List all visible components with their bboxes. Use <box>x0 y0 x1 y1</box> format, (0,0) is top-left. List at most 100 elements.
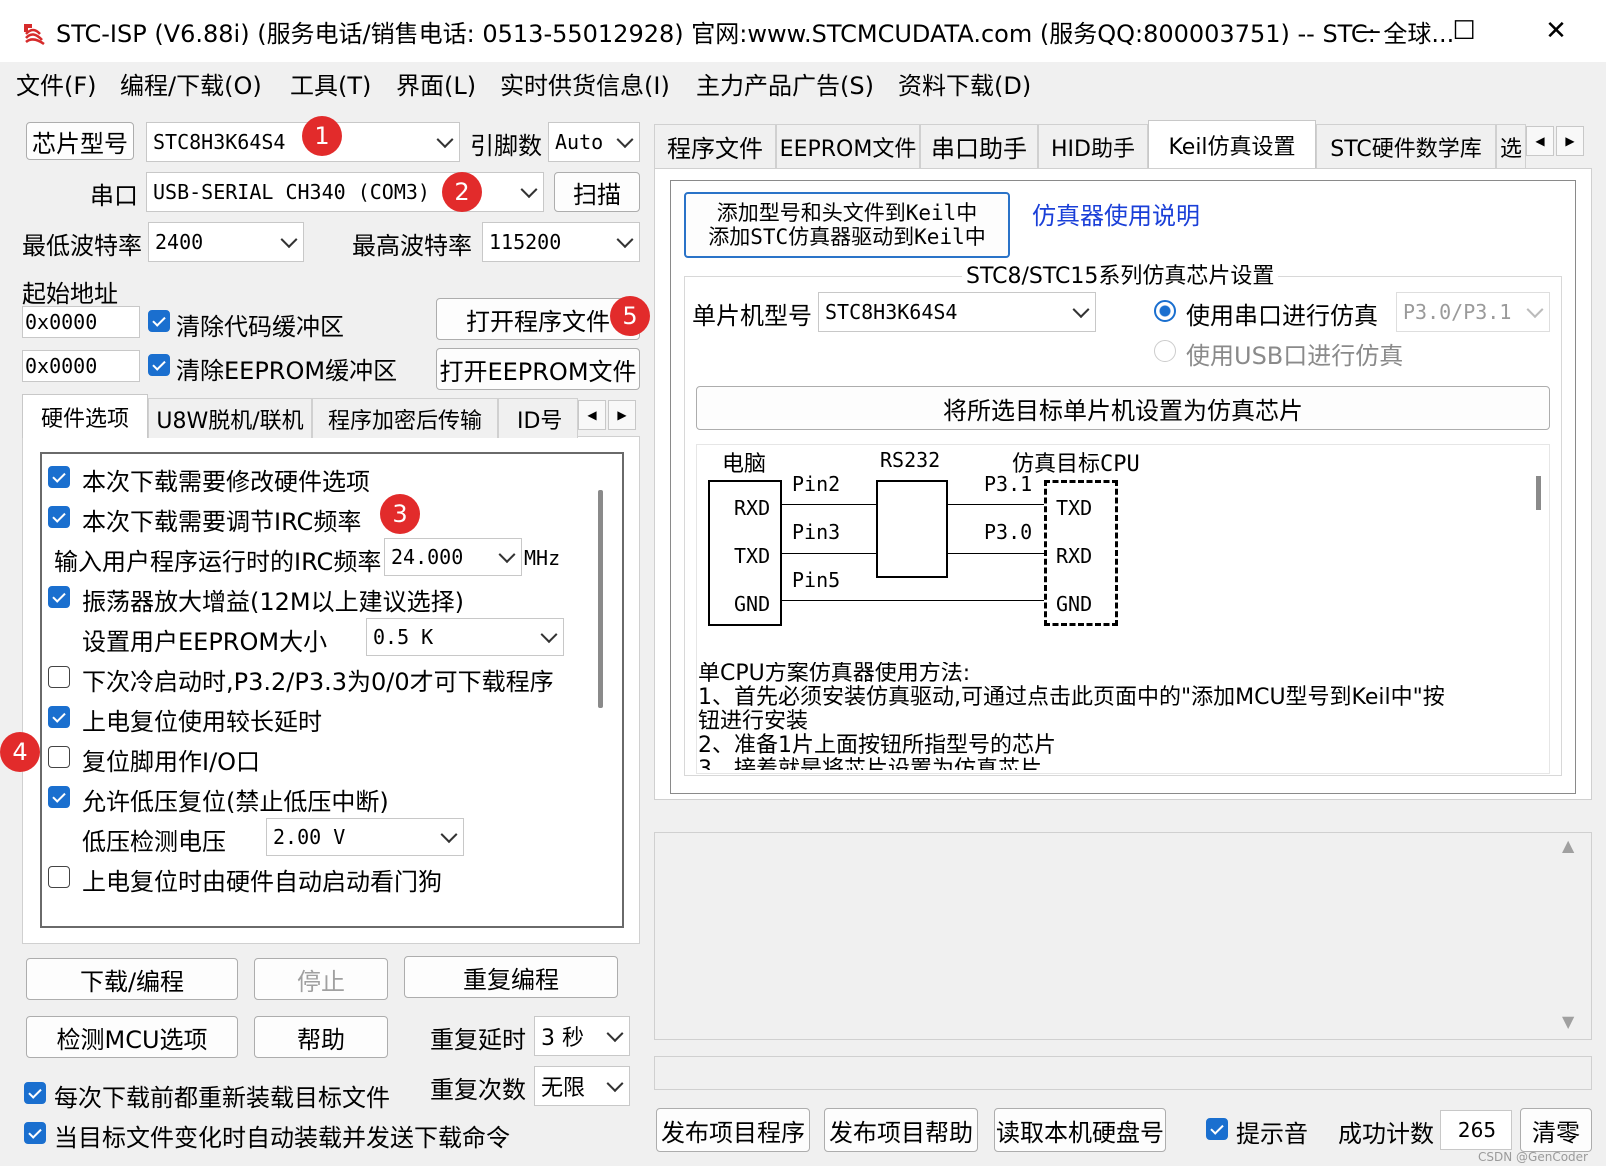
step-badge-1: 1 <box>302 116 342 156</box>
detect-mcu-button[interactable]: 检测MCU选项 <box>26 1016 238 1058</box>
menu-downloads[interactable]: 资料下载(D) <box>898 66 1031 101</box>
irc-freq-select[interactable]: 24.000 <box>384 538 522 576</box>
tab-stc-math-lib[interactable]: STC硬件数学库 <box>1316 124 1496 168</box>
serial-emulation-radio[interactable] <box>1154 300 1176 322</box>
autoload-checkbox[interactable] <box>24 1122 46 1144</box>
emulator-help-link[interactable]: 仿真器使用说明 <box>1032 196 1200 231</box>
irc-freq-value: 24.000 <box>391 545 464 569</box>
help-button[interactable]: 帮助 <box>254 1016 388 1058</box>
tab-scroll-left-icon[interactable]: ◀ <box>578 400 606 430</box>
max-baud-select[interactable]: 115200 <box>482 222 640 262</box>
download-program-button[interactable]: 下载/编程 <box>26 958 238 1000</box>
opt-low-voltage-reset-label: 允许低压复位(禁止低压中断) <box>82 788 389 816</box>
repeat-delay-select[interactable]: 3 秒 <box>534 1016 630 1056</box>
watermark: CSDN @GenCoder <box>1478 1150 1588 1164</box>
publish-program-button[interactable]: 发布项目程序 <box>656 1108 810 1152</box>
mcu-model-label: 单片机型号 <box>692 302 812 330</box>
output-log[interactable] <box>654 832 1592 1040</box>
opt-cold-start-checkbox[interactable] <box>48 666 70 688</box>
usb-emulation-label: 使用USB口进行仿真 <box>1186 342 1404 370</box>
clear-count-button[interactable]: 清零 <box>1520 1108 1592 1152</box>
right-tab-scroll-left-icon[interactable]: ◀ <box>1526 126 1554 156</box>
diagram-target-gnd: GND <box>1056 592 1093 616</box>
opt-low-voltage-reset-checkbox[interactable] <box>48 786 70 808</box>
diagram-pin2: Pin2 <box>792 472 841 496</box>
tab-u8w[interactable]: U8W脱机/联机 <box>148 398 312 438</box>
opt-long-delay-checkbox[interactable] <box>48 706 70 728</box>
options-scrollbar[interactable] <box>598 490 603 708</box>
serial-emulation-label: 使用串口进行仿真 <box>1186 302 1378 330</box>
opt-watchdog-checkbox[interactable] <box>48 866 70 888</box>
opt-adjust-irc-label: 本次下载需要调节IRC频率 <box>82 508 362 536</box>
tab-scroll-right-icon[interactable]: ▶ <box>608 400 636 430</box>
right-tab-scroll-right-icon[interactable]: ▶ <box>1556 126 1584 156</box>
tab-hardware-options[interactable]: 硬件选项 <box>22 394 148 438</box>
tab-id[interactable]: ID号 <box>498 398 578 438</box>
instructions-scrollbar[interactable] <box>1536 476 1541 510</box>
instructions-step-3: 3、接着就是将芯片设置为仿真芯片 <box>698 757 1042 771</box>
start-address-label: 起始地址 <box>22 280 118 308</box>
diagram-p30: P3.0 <box>984 520 1033 544</box>
pins-select[interactable]: Auto <box>548 122 640 162</box>
minimize-button[interactable]: — <box>1338 10 1398 52</box>
log-scroll-up-icon[interactable]: ▲ <box>1562 836 1574 855</box>
menu-supply-info[interactable]: 实时供货信息(I) <box>500 66 670 101</box>
step-badge-4: 4 <box>0 732 40 772</box>
set-emulation-chip-button[interactable]: 将所选目标单片机设置为仿真芯片 <box>696 386 1550 430</box>
start-address-input-2[interactable]: 0x0000 <box>22 350 140 382</box>
min-baud-select[interactable]: 2400 <box>148 222 304 262</box>
menu-program[interactable]: 编程/下载(O) <box>120 66 262 101</box>
eeprom-size-label: 设置用户EEPROM大小 <box>82 628 328 656</box>
low-voltage-select[interactable]: 2.00 V <box>266 818 464 856</box>
chevron-down-icon <box>1072 301 1090 319</box>
beep-checkbox[interactable] <box>1206 1118 1228 1140</box>
tab-program-file[interactable]: 程序文件 <box>654 124 776 168</box>
clear-code-checkbox[interactable] <box>148 310 170 332</box>
read-disk-button[interactable]: 读取本机硬盘号 <box>994 1108 1166 1152</box>
pins-value: Auto <box>555 130 604 154</box>
opt-modify-hw-checkbox[interactable] <box>48 466 70 488</box>
usb-emulation-radio[interactable] <box>1154 340 1176 362</box>
tab-eeprom-file[interactable]: EEPROM文件 <box>776 124 920 168</box>
menu-file[interactable]: 文件(F) <box>16 66 97 101</box>
clear-eeprom-checkbox[interactable] <box>148 354 170 376</box>
opt-long-delay-label: 上电复位使用较长延时 <box>82 708 322 736</box>
start-address-input-1[interactable]: 0x0000 <box>22 306 140 338</box>
repeat-program-button[interactable]: 重复编程 <box>404 956 618 998</box>
menu-tools[interactable]: 工具(T) <box>290 66 371 101</box>
tab-encrypt[interactable]: 程序加密后传输 <box>312 398 498 438</box>
instructions-step-1: 1、首先必须安装仿真驱动,可通过点击此页面中的"添加MCU型号到Keil中"按 <box>698 685 1445 710</box>
tab-select[interactable]: 选 <box>1496 124 1526 168</box>
stop-button[interactable]: 停止 <box>254 958 388 1000</box>
repeat-count-select[interactable]: 无限 <box>534 1066 630 1106</box>
chip-model-button[interactable]: 芯片型号 <box>26 122 134 160</box>
add-to-keil-button[interactable]: 添加型号和头文件到Keil中 添加STC仿真器驱动到Keil中 <box>684 192 1010 258</box>
chevron-down-icon <box>616 231 634 249</box>
opt-osc-gain-checkbox[interactable] <box>48 586 70 608</box>
success-count-label: 成功计数 <box>1338 1120 1434 1148</box>
success-count-value: 265 <box>1440 1110 1512 1150</box>
reload-target-checkbox[interactable] <box>24 1082 46 1104</box>
open-eeprom-file-button[interactable]: 打开EEPROM文件 <box>436 348 640 390</box>
mcu-model-select[interactable]: STC8H3K64S4 <box>818 292 1096 332</box>
eeprom-size-select[interactable]: 0.5 K <box>366 618 564 656</box>
port-select[interactable]: USB-SERIAL CH340 (COM3) <box>146 172 544 212</box>
maximize-button[interactable]: ☐ <box>1434 10 1494 52</box>
tab-hid-assistant[interactable]: HID助手 <box>1038 124 1148 168</box>
eeprom-size-value: 0.5 K <box>373 625 434 649</box>
tab-serial-assistant[interactable]: 串口助手 <box>920 124 1038 168</box>
serial-pins-select[interactable]: P3.0/P3.1 <box>1396 292 1550 332</box>
diagram-pc-gnd: GND <box>734 592 771 616</box>
opt-watchdog-label: 上电复位时由硬件自动启动看门狗 <box>82 868 442 896</box>
menu-products[interactable]: 主力产品广告(S) <box>696 66 874 101</box>
max-baud-label: 最高波特率 <box>352 232 472 260</box>
close-button[interactable]: ✕ <box>1526 10 1586 52</box>
opt-adjust-irc-checkbox[interactable] <box>48 506 70 528</box>
low-voltage-label: 低压检测电压 <box>82 828 226 856</box>
scan-button[interactable]: 扫描 <box>554 172 640 212</box>
opt-reset-io-checkbox[interactable] <box>48 746 70 768</box>
log-scroll-down-icon[interactable]: ▼ <box>1562 1012 1574 1031</box>
publish-help-button[interactable]: 发布项目帮助 <box>824 1108 978 1152</box>
menu-view[interactable]: 界面(L) <box>396 66 476 101</box>
tab-keil-emulation[interactable]: Keil仿真设置 <box>1148 120 1316 168</box>
